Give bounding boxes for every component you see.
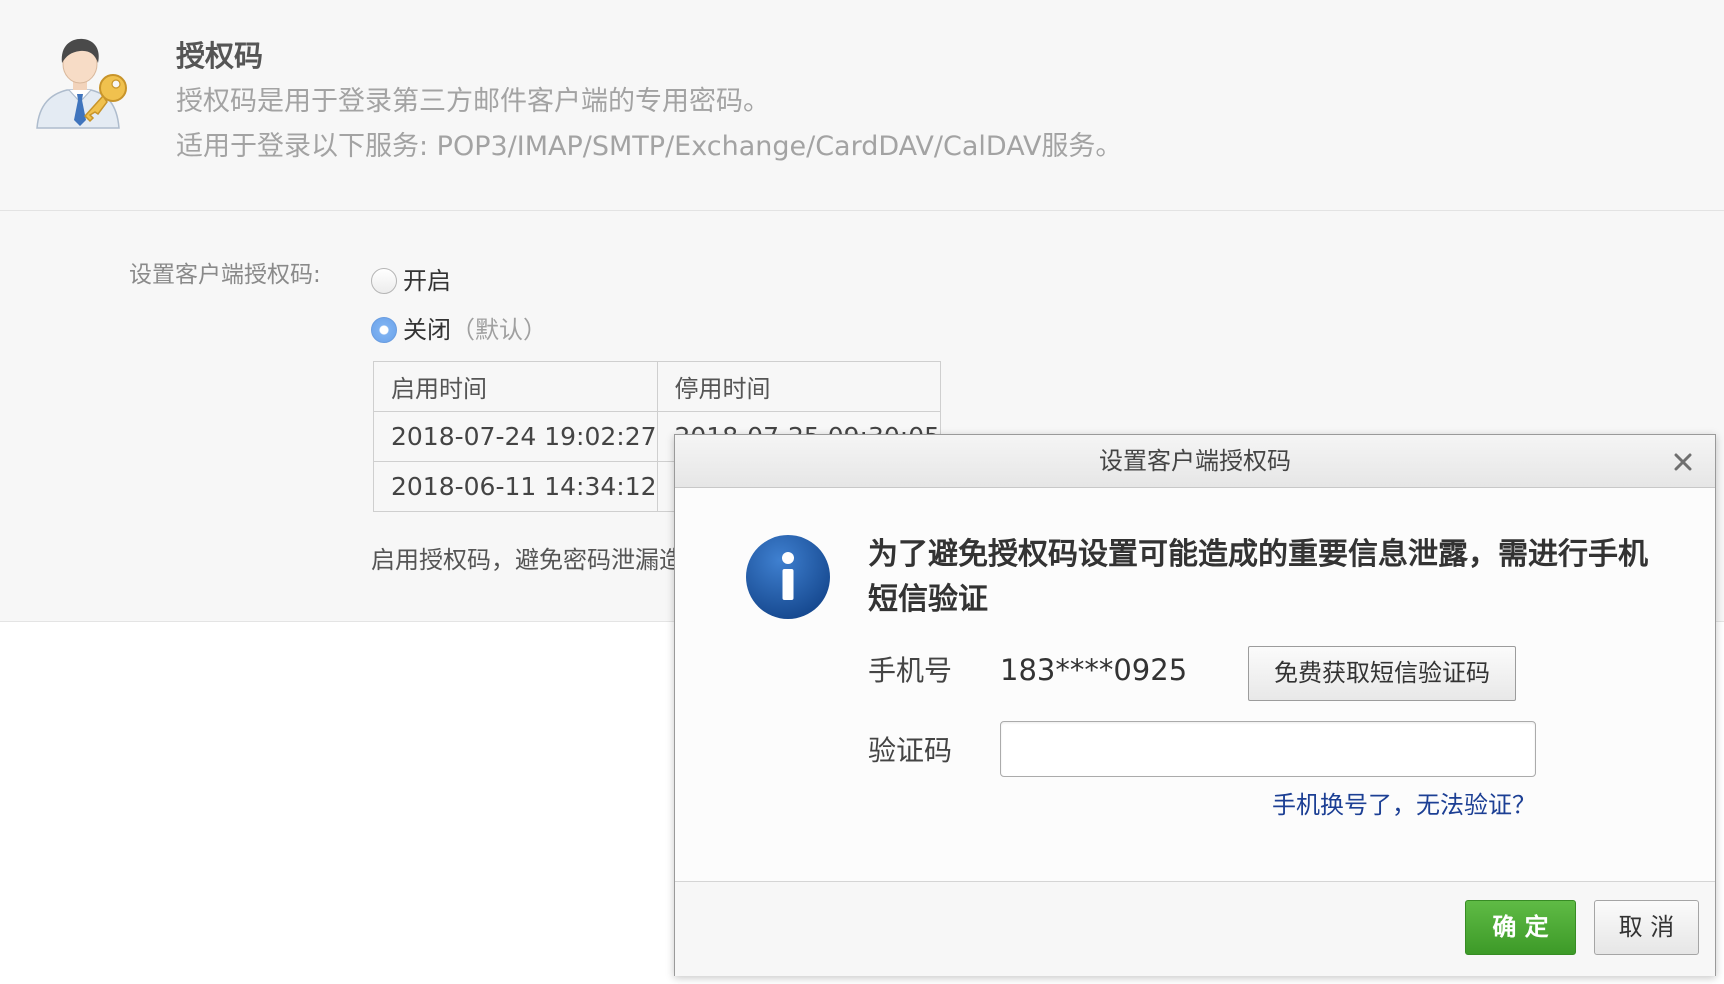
header-description: 授权码是用于登录第三方邮件客户端的专用密码。	[176, 86, 770, 117]
column-header-disabled-time: 停用时间	[656, 361, 942, 412]
security-hint: 启用授权码，避免密码泄漏造	[371, 546, 683, 574]
table-header-row: 启用时间 停用时间	[373, 361, 942, 412]
default-note: （默认）	[451, 316, 547, 344]
confirm-button[interactable]: 确 定	[1465, 900, 1576, 955]
sms-verification-dialog: 设置客户端授权码 为了避免授权码设置可能造成的重要信息泄露，需进行手机 短信验证…	[674, 434, 1716, 976]
phone-number-value: 183****0925	[1000, 653, 1188, 687]
phone-label: 手机号	[868, 654, 953, 687]
changed-phone-link[interactable]: 手机换号了，无法验证？	[1272, 791, 1536, 819]
auth-code-header: 授权码 授权码是用于登录第三方邮件客户端的专用密码。 适用于登录以下服务: PO…	[0, 0, 1724, 211]
dialog-titlebar[interactable]: 设置客户端授权码	[675, 435, 1715, 488]
send-sms-code-button[interactable]: 免费获取短信验证码	[1248, 646, 1516, 701]
cancel-button[interactable]: 取 消	[1594, 900, 1699, 955]
close-icon[interactable]	[1674, 453, 1692, 471]
option-disable-text: 关闭	[403, 316, 451, 344]
radio-enable[interactable]	[371, 268, 397, 294]
option-disable-label[interactable]: 关闭（默认）	[403, 316, 547, 344]
client-auth-code-label: 设置客户端授权码:	[129, 262, 321, 288]
dialog-footer: 确 定 取 消	[675, 881, 1715, 976]
verification-code-label: 验证码	[868, 734, 953, 767]
option-enable-text: 开启	[403, 267, 451, 295]
dialog-title: 设置客户端授权码	[1099, 447, 1291, 475]
radio-disable[interactable]	[371, 317, 397, 343]
column-header-enabled-time: 启用时间	[373, 361, 658, 412]
user-key-icon	[33, 30, 133, 130]
option-enable-label[interactable]: 开启	[403, 267, 451, 295]
header-services-description: 适用于登录以下服务: POP3/IMAP/SMTP/Exchange/CardD…	[176, 131, 1123, 162]
table-cell: 2018-06-11 14:34:12	[373, 461, 658, 512]
verification-code-input[interactable]	[1000, 721, 1536, 777]
page-title: 授权码	[176, 39, 264, 73]
verification-message-line-1: 为了避免授权码设置可能造成的重要信息泄露，需进行手机	[868, 537, 1648, 572]
info-icon	[745, 534, 831, 620]
table-cell: 2018-07-24 19:02:27	[373, 411, 658, 462]
verification-message-line-2: 短信验证	[868, 582, 988, 617]
